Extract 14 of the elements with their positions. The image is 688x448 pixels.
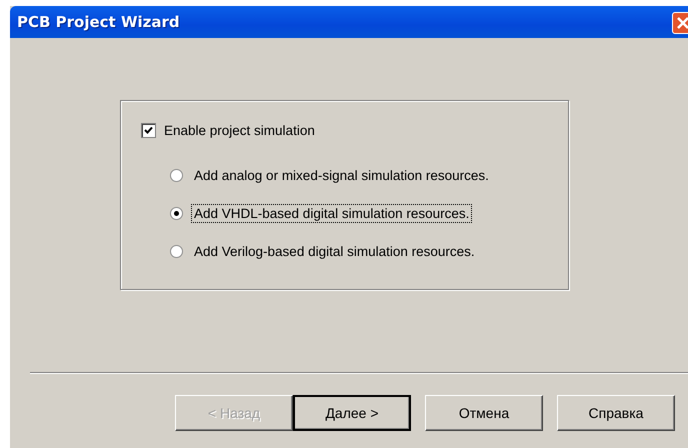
wizard-button[interactable]: Далее > [293,395,411,431]
checkbox[interactable] [141,123,156,138]
check-icon [144,126,153,135]
radio-label[interactable]: Add analog or mixed-signal simulation resources. [191,166,492,185]
radio-button[interactable] [170,169,183,182]
close-button[interactable] [672,12,688,34]
radio-label[interactable]: Add Verilog-based digital simulation resources. [191,242,478,261]
radio-label[interactable]: Add VHDL-based digital simulation resources. [191,204,472,223]
radio-button[interactable] [170,245,183,258]
wizard-button[interactable]: Отмена [425,395,543,431]
radio-button[interactable] [170,207,183,220]
window-title: PCB Project Wizard [17,13,180,31]
checkbox-label[interactable]: Enable project simulation [164,123,315,138]
wizard-button[interactable]: Справка [557,395,675,431]
